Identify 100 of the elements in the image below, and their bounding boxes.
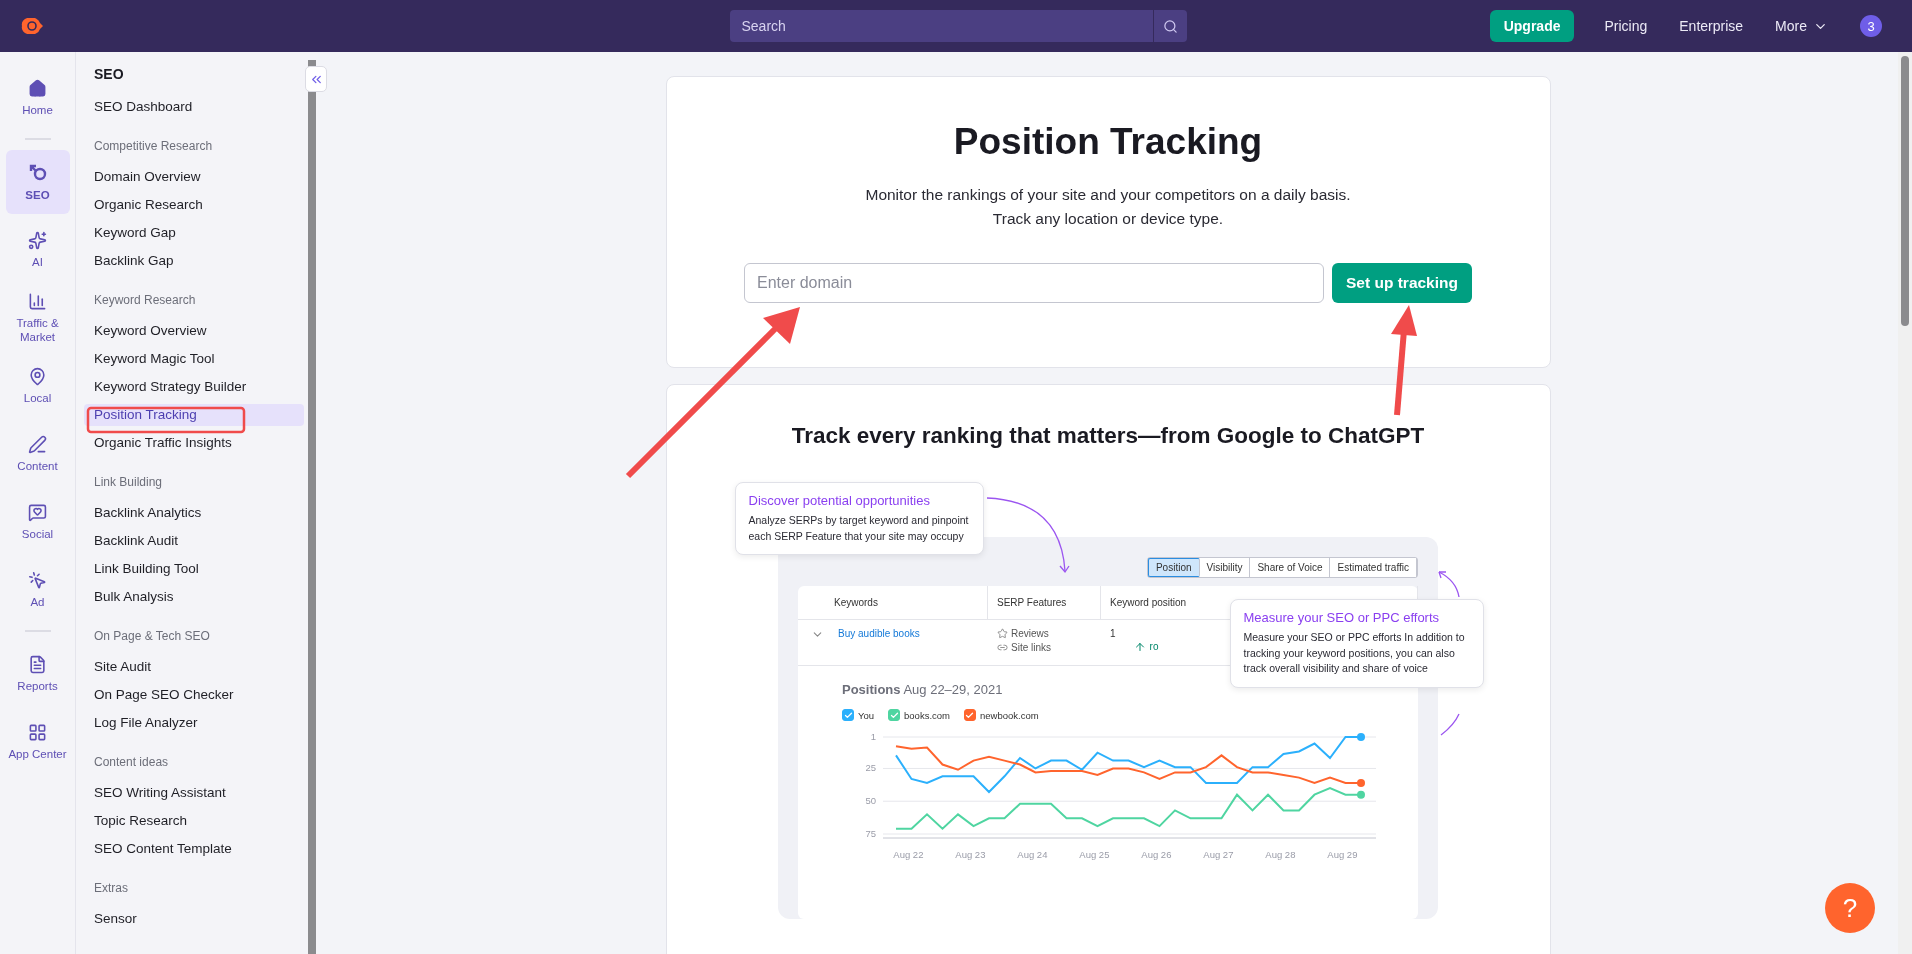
trend-text: ro — [1149, 641, 1159, 652]
nav-item[interactable]: On Page SEO Checker — [84, 684, 304, 706]
rail-item[interactable]: Traffic & Market — [5, 286, 70, 350]
nav-heading: Content ideas — [93, 754, 170, 770]
rail-label: SEO — [25, 187, 50, 202]
nav-item[interactable]: Topic Research — [84, 810, 304, 832]
nav-heading: Keyword Research — [93, 292, 197, 308]
nav-heading: On Page & Tech SEO — [93, 628, 211, 644]
nav-item[interactable]: Keyword Magic Tool — [84, 348, 304, 370]
end-point — [1357, 790, 1365, 799]
rail-label: Content — [17, 459, 58, 473]
axis-label: 1 — [870, 731, 876, 742]
page-subtitle: Monitor the rankings of your site and your competitors on a daily basis. Track any location or device type. — [865, 185, 1351, 229]
column-header: Keywords — [798, 586, 988, 619]
domain-field[interactable]: Enter domain — [744, 263, 1324, 303]
rail-item[interactable]: Ad — [5, 558, 70, 622]
nav-heading: Link Building — [93, 474, 164, 490]
notification-badge[interactable]: 3 — [1860, 15, 1882, 37]
nav-item[interactable]: Backlink Analytics — [84, 502, 304, 524]
search-icon — [1162, 18, 1178, 34]
rail-item[interactable]: App Center — [5, 710, 70, 774]
end-point — [1357, 778, 1365, 787]
nav-item[interactable]: Keyword Overview — [84, 320, 304, 342]
nav-item[interactable]: SEO Writing Assistant — [84, 782, 304, 804]
rail-label: Social — [21, 527, 54, 541]
nav-item[interactable]: Backlink Audit — [84, 530, 304, 552]
legend-label[interactable]: You — [858, 709, 875, 721]
seo-icon — [27, 162, 48, 183]
more-menu[interactable]: More — [1775, 18, 1828, 34]
rail-item[interactable]: SEO — [5, 150, 70, 214]
position-value: 1 — [1110, 628, 1116, 641]
callout-text: Analyze SERPs by target keyword and pinpoint each SERP Feature that your site may occupy — [748, 513, 970, 544]
serp-feature: Site links — [1011, 642, 1051, 653]
nav-item[interactable]: Link Building Tool — [84, 558, 304, 580]
nav-heading: Competitive Research — [93, 138, 214, 154]
scrollbar[interactable] — [307, 60, 316, 954]
nav-item[interactable]: SEO Dashboard — [84, 96, 304, 118]
section-heading: Track every ranking that matters—from Google to ChatGPT — [791, 423, 1425, 449]
nav-item[interactable]: Backlink Gap — [84, 250, 304, 272]
nav-heading: Extras — [93, 880, 129, 896]
axis-label: 75 — [865, 828, 876, 839]
chart-title: Positions Aug 22–29, 2021 — [842, 682, 1004, 697]
nav-item[interactable]: SEO Content Template — [84, 838, 304, 860]
top-link[interactable]: Pricing — [1604, 18, 1648, 34]
nav-item[interactable]: Keyword Strategy Builder — [84, 376, 304, 398]
rail-icon — [28, 367, 47, 386]
rail-label: Traffic & Market — [15, 316, 60, 344]
rail-item[interactable]: Home — [5, 66, 70, 130]
page-title: Position Tracking — [953, 121, 1263, 163]
end-point — [1357, 733, 1365, 741]
callout-title: Discover potential opportunities — [748, 493, 931, 508]
nav-title: SEO — [93, 65, 125, 84]
top-link[interactable]: Enterprise — [1679, 18, 1744, 34]
nav-item[interactable]: Position Tracking — [84, 404, 304, 426]
serp-feature: Reviews — [1011, 628, 1049, 639]
nav-item[interactable]: Site Audit — [84, 656, 304, 678]
rail-item[interactable]: Reports — [5, 642, 70, 706]
rail-item[interactable]: Local — [5, 354, 70, 418]
rail-icon — [28, 79, 47, 98]
keyword-link[interactable]: Buy audible books — [838, 628, 920, 665]
rail-icon — [28, 723, 47, 742]
nav-item[interactable]: Keyword Gap — [84, 222, 304, 244]
axis-label: 25 — [865, 762, 876, 774]
rail-label: Local — [23, 391, 52, 405]
rail-label: App Center — [8, 747, 67, 761]
view-tab[interactable]: Position — [1147, 558, 1200, 577]
axis-label: Aug 28 — [1265, 849, 1296, 860]
rail-label: Ad — [30, 595, 45, 609]
logo-icon — [20, 18, 44, 34]
link-icon — [997, 642, 1008, 653]
search-field[interactable]: Search — [729, 10, 1187, 42]
rail-icon — [28, 292, 47, 311]
nav-item[interactable]: Log File Analyzer — [84, 712, 304, 734]
up-arrow-icon — [1133, 640, 1146, 653]
legend-checkbox[interactable] — [963, 709, 976, 721]
rail-label: Reports — [17, 679, 58, 693]
legend-checkbox[interactable] — [842, 709, 854, 721]
axis-label: 50 — [865, 795, 876, 807]
nav-item[interactable]: Domain Overview — [84, 166, 304, 188]
rail-icon — [28, 655, 47, 674]
legend-checkbox[interactable] — [888, 709, 901, 721]
axis-label: Aug 25 — [1079, 849, 1110, 860]
callout-text: Measure your SEO or PPC efforts In addition to tracking your keyword positions, you can also track overall visibility and share of voice — [1243, 630, 1466, 676]
axis-label: Aug 23 — [955, 849, 986, 860]
legend-label[interactable]: newbook.com — [979, 709, 1039, 721]
star-icon — [997, 628, 1008, 639]
page-scrollbar[interactable] — [1901, 56, 1909, 326]
curved-arrow — [1437, 571, 1460, 598]
nav-item[interactable]: Organic Research — [84, 194, 304, 216]
rail-item[interactable]: AI — [5, 218, 70, 282]
legend-label[interactable]: books.com — [904, 709, 950, 721]
nav-item[interactable]: Bulk Analysis — [84, 586, 304, 608]
nav-item[interactable]: Sensor — [84, 908, 304, 930]
rail-icon — [28, 571, 47, 590]
rail-item[interactable]: Social — [5, 490, 70, 554]
rail-item[interactable]: Content — [5, 422, 70, 486]
nav-item[interactable]: Organic Traffic Insights — [84, 432, 304, 454]
axis-label: Aug 22 — [893, 849, 924, 860]
axis-label: Aug 29 — [1327, 849, 1358, 860]
collapse-button[interactable] — [305, 66, 327, 92]
